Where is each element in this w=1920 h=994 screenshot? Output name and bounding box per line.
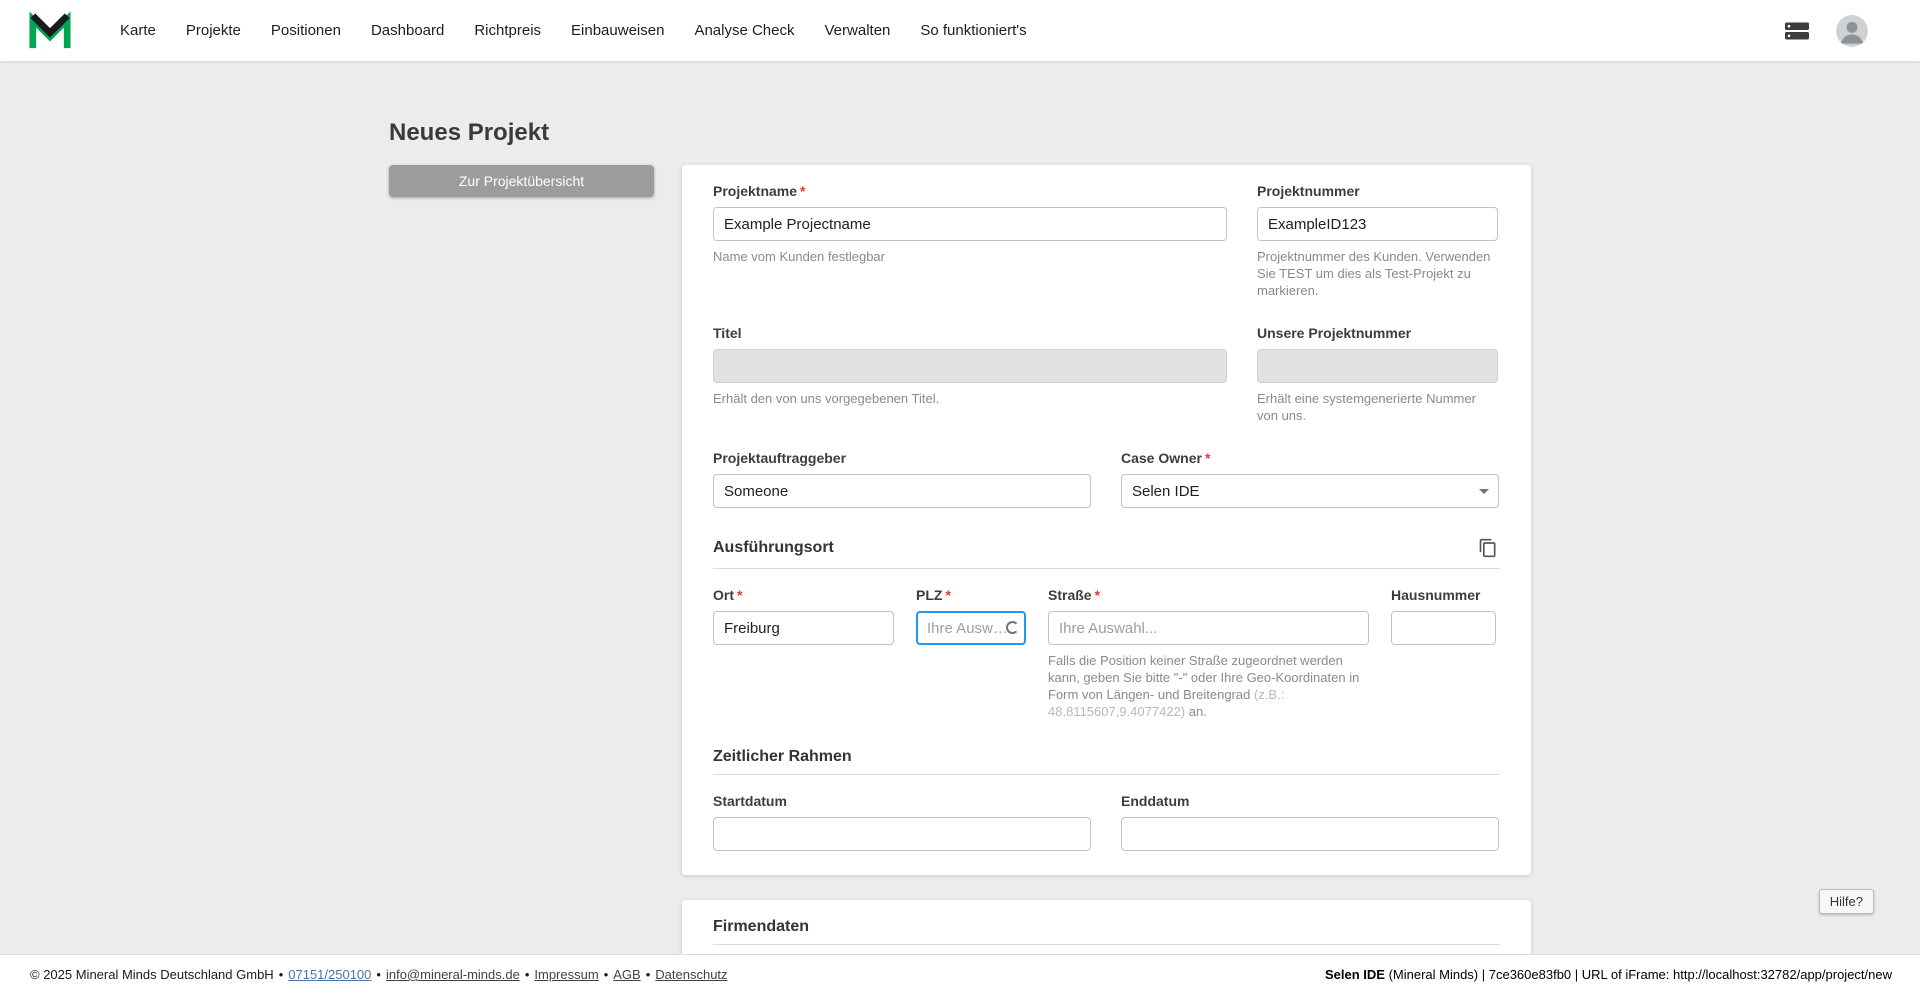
required-asterisk: * bbox=[800, 183, 806, 199]
nav-item-verwalten[interactable]: Verwalten bbox=[825, 0, 891, 61]
case-owner-field: Case Owner * Selen IDE bbox=[1121, 450, 1499, 508]
nav-item-einbauweisen[interactable]: Einbauweisen bbox=[571, 0, 664, 61]
footer-separator: • bbox=[603, 967, 609, 982]
section-divider bbox=[713, 944, 1500, 945]
footer-separator: • bbox=[376, 967, 381, 982]
zeitlicher-rahmen-title: Zeitlicher Rahmen bbox=[713, 748, 852, 765]
projektnummer-label: Projektnummer bbox=[1257, 183, 1360, 199]
ausfuehrungsort-section-header: Ausführungsort bbox=[713, 536, 1500, 560]
projektname-field: Projektname* Name vom Kunden festlegbar bbox=[713, 183, 1227, 299]
projektauftraggeber-input[interactable] bbox=[713, 474, 1091, 508]
chevron-down-icon bbox=[1479, 489, 1489, 494]
page-content: Neues Projekt Zur Projektübersicht Proje… bbox=[0, 61, 1920, 954]
footer-copyright: © 2025 Mineral Minds Deutschland GmbH bbox=[30, 967, 274, 982]
footer-agb-link[interactable]: AGB bbox=[613, 967, 640, 982]
required-asterisk: * bbox=[1204, 450, 1211, 466]
titel-field: Titel Erhält den von uns vorgegebenen Ti… bbox=[713, 325, 1227, 424]
main-nav: Karte Projekte Positionen Dashboard Rich… bbox=[120, 0, 1027, 61]
loading-spinner-icon bbox=[1006, 621, 1019, 634]
zeitlicher-rahmen-section-header: Zeitlicher Rahmen bbox=[713, 748, 1500, 766]
startdatum-label: Startdatum bbox=[713, 793, 787, 809]
hausnummer-field: Hausnummer bbox=[1391, 587, 1496, 720]
neues-projekt-form-card: Projektname* Name vom Kunden festlegbar … bbox=[682, 165, 1531, 875]
ort-label: Ort * bbox=[713, 587, 743, 603]
enddatum-label: Enddatum bbox=[1121, 793, 1190, 809]
startdatum-field: Startdatum bbox=[713, 793, 1091, 851]
ausfuehrungsort-title: Ausführungsort bbox=[713, 539, 834, 556]
top-navigation: Karte Projekte Positionen Dashboard Rich… bbox=[0, 0, 1920, 61]
required-asterisk: * bbox=[1094, 587, 1101, 603]
plz-field: PLZ * bbox=[916, 587, 1026, 720]
nav-item-dashboard[interactable]: Dashboard bbox=[371, 0, 444, 61]
titel-helper: Erhält den von uns vorgegebenen Titel. bbox=[713, 391, 940, 406]
projektname-helper: Name vom Kunden festlegbar bbox=[713, 249, 885, 264]
section-divider bbox=[713, 568, 1500, 569]
plz-label: PLZ * bbox=[916, 587, 951, 603]
strasse-helper: Falls die Position keiner Straße zugeord… bbox=[1048, 653, 1360, 719]
nav-item-karte[interactable]: Karte bbox=[120, 0, 156, 61]
unsere-projektnummer-field: Unsere Projektnummer Erhält eine systemg… bbox=[1257, 325, 1498, 424]
nav-right-icons bbox=[1784, 14, 1892, 47]
projektauftraggeber-field: Projektauftraggeber bbox=[713, 450, 1091, 508]
unsere-projektnummer-label: Unsere Projektnummer bbox=[1257, 325, 1412, 341]
projektnummer-helper: Projektnummer des Kunden. Verwenden Sie … bbox=[1257, 249, 1491, 298]
footer-impressum-link[interactable]: Impressum bbox=[534, 967, 598, 982]
ort-field: Ort * bbox=[713, 587, 894, 720]
copy-icon bbox=[1479, 538, 1496, 558]
logo-icon bbox=[29, 10, 71, 48]
nav-item-richtpreis[interactable]: Richtpreis bbox=[474, 0, 541, 61]
strasse-input[interactable] bbox=[1048, 611, 1369, 645]
case-owner-label: Case Owner * bbox=[1121, 450, 1211, 466]
nav-item-positionen[interactable]: Positionen bbox=[271, 0, 341, 61]
projektnummer-input[interactable] bbox=[1257, 207, 1498, 241]
projektname-label: Projektname * bbox=[713, 183, 806, 199]
mineral-minds-logo[interactable] bbox=[28, 10, 72, 52]
footer-phone-link[interactable]: 07151/250100 bbox=[288, 967, 371, 982]
unsere-projektnummer-helper: Erhält eine systemgenerierte Nummer von … bbox=[1257, 391, 1476, 423]
case-owner-select[interactable]: Selen IDE bbox=[1121, 474, 1499, 508]
hausnummer-input[interactable] bbox=[1391, 611, 1496, 645]
footer-separator: • bbox=[645, 967, 651, 982]
ort-input[interactable] bbox=[713, 611, 894, 645]
titel-input bbox=[713, 349, 1227, 383]
page-title: Neues Projekt bbox=[389, 119, 550, 146]
server-icon[interactable] bbox=[1784, 21, 1810, 41]
required-asterisk: * bbox=[945, 587, 951, 603]
avatar-icon[interactable] bbox=[1836, 14, 1868, 47]
projektnummer-field: Projektnummer Projektnummer des Kunden. … bbox=[1257, 183, 1498, 299]
enddatum-input[interactable] bbox=[1121, 817, 1499, 851]
footer-links: © 2025 Mineral Minds Deutschland GmbH • … bbox=[30, 967, 728, 982]
unsere-projektnummer-input bbox=[1257, 349, 1498, 383]
copy-location-button[interactable] bbox=[1476, 536, 1500, 560]
projektauftraggeber-label: Projektauftraggeber bbox=[713, 450, 847, 466]
help-button[interactable]: Hilfe? bbox=[1818, 889, 1874, 914]
startdatum-input[interactable] bbox=[713, 817, 1091, 851]
footer-session-info: Selen IDE (Mineral Minds) | 7ce360e83fb0… bbox=[1325, 967, 1892, 982]
titel-label: Titel bbox=[713, 325, 742, 341]
footer-user: Selen IDE bbox=[1324, 967, 1385, 982]
nav-item-projekte[interactable]: Projekte bbox=[186, 0, 241, 61]
strasse-field: Straße* Falls die Position keiner Straße… bbox=[1048, 587, 1369, 720]
enddatum-field: Enddatum bbox=[1121, 793, 1499, 851]
firmendaten-card: Firmendaten bbox=[682, 900, 1531, 954]
nav-item-analyse-check[interactable]: Analyse Check bbox=[694, 0, 794, 61]
nav-item-so-funktionierts[interactable]: So funktioniert's bbox=[920, 0, 1026, 61]
footer-session-details: (Mineral Minds) | 7ce360e83fb0 | URL of … bbox=[1384, 967, 1892, 982]
projektname-input[interactable] bbox=[713, 207, 1227, 241]
case-owner-value: Selen IDE bbox=[1132, 482, 1200, 500]
footer: © 2025 Mineral Minds Deutschland GmbH • … bbox=[0, 954, 1920, 994]
footer-separator: • bbox=[278, 967, 284, 982]
firmendaten-title: Firmendaten bbox=[713, 918, 810, 935]
hausnummer-label: Hausnummer bbox=[1391, 587, 1481, 603]
section-divider bbox=[713, 774, 1500, 775]
zur-projektuebersicht-button[interactable]: Zur Projektübersicht bbox=[389, 165, 654, 197]
footer-separator: • bbox=[524, 967, 530, 982]
footer-email-link[interactable]: info@mineral-minds.de bbox=[386, 967, 520, 982]
firmendaten-section-header: Firmendaten bbox=[713, 918, 1500, 936]
strasse-label: Straße * bbox=[1048, 587, 1101, 603]
footer-datenschutz-link[interactable]: Datenschutz bbox=[655, 967, 727, 982]
required-asterisk: * bbox=[737, 587, 743, 603]
